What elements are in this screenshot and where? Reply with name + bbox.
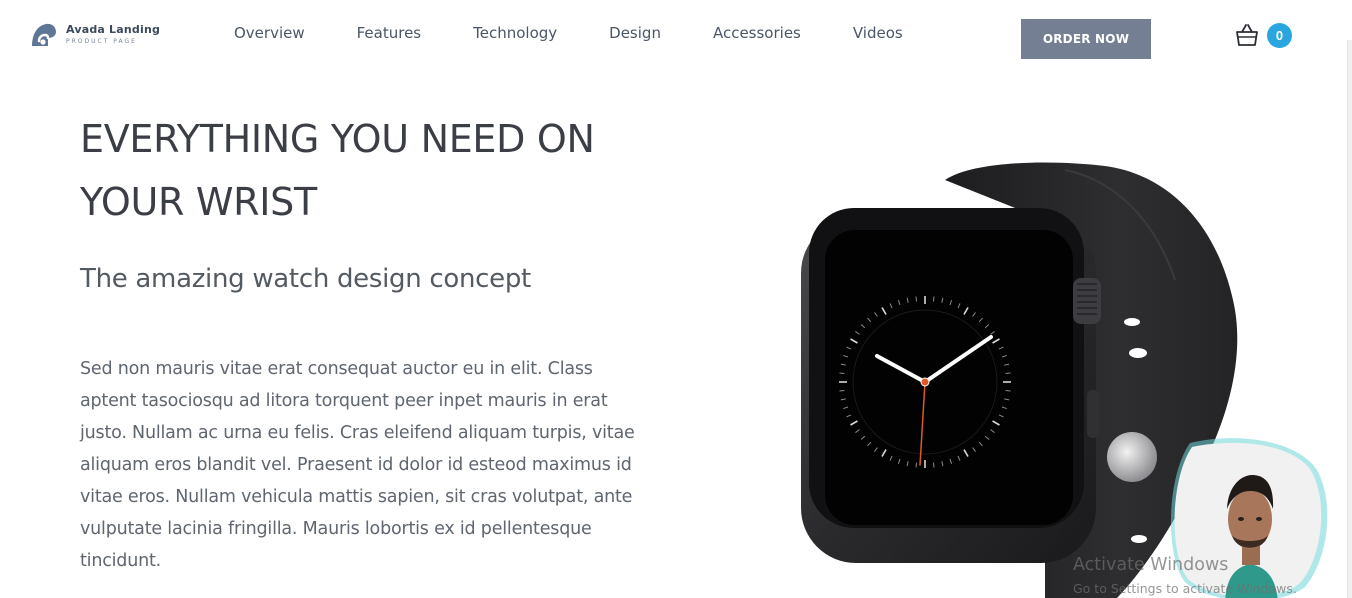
main-nav: Overview Features Technology Design Acce… — [208, 24, 929, 42]
shopping-basket-icon[interactable] — [1234, 22, 1260, 48]
cart-count-badge[interactable]: 0 — [1267, 23, 1292, 48]
activation-title: Activate Windows — [1073, 555, 1229, 575]
nav-item-overview[interactable]: Overview — [208, 24, 331, 42]
hero-body-text: Sed non mauris vitae erat consequat auct… — [80, 359, 635, 571]
brand-logo[interactable]: Avada Landing PRODUCT PAGE — [30, 20, 160, 48]
nav-item-videos[interactable]: Videos — [827, 24, 929, 42]
brand-tagline: PRODUCT PAGE — [66, 37, 137, 45]
nav-item-features[interactable]: Features — [331, 24, 448, 42]
order-now-button[interactable]: ORDER NOW — [1021, 19, 1151, 59]
windows-activation-watermark: Activate Windows Go to Settings to activ… — [1073, 555, 1297, 596]
page-scrollbar[interactable] — [1347, 40, 1352, 598]
nav-item-technology[interactable]: Technology — [447, 24, 583, 42]
nav-item-accessories[interactable]: Accessories — [687, 24, 827, 42]
logo-icon — [32, 23, 56, 46]
brand-name: Avada Landing — [66, 22, 161, 36]
hero-subtitle: The amazing watch design concept — [80, 264, 531, 294]
hero-title: EVERYTHING YOU NEED ON YOUR WRIST — [80, 117, 595, 224]
site-header: Avada Landing PRODUCT PAGE Overview Feat… — [0, 0, 1352, 70]
nav-item-design[interactable]: Design — [583, 24, 687, 42]
activation-subtitle: Go to Settings to activate Windows. — [1073, 580, 1297, 596]
